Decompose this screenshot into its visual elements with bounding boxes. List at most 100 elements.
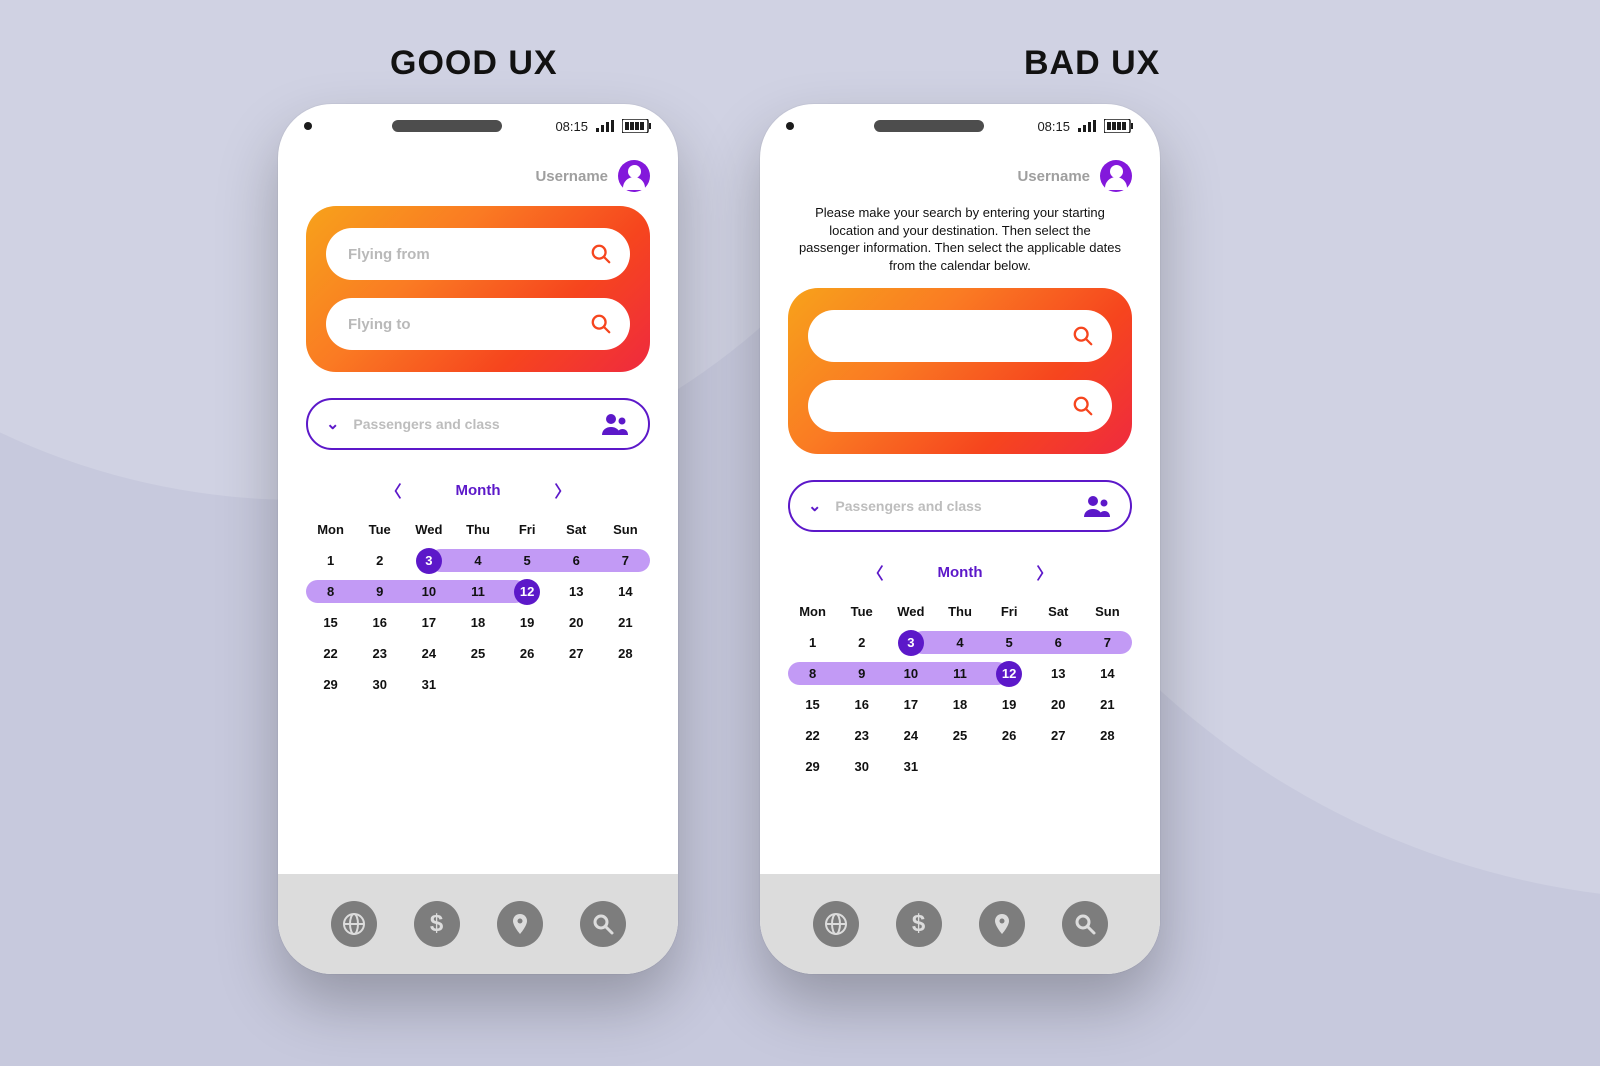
calendar-day[interactable]: 9 xyxy=(355,576,404,607)
next-month-button[interactable]: 〉 xyxy=(554,478,570,502)
calendar-day[interactable]: 3 xyxy=(886,627,935,658)
calendar-day[interactable]: 11 xyxy=(453,576,502,607)
calendar-day[interactable]: 21 xyxy=(601,607,650,638)
calendar-day[interactable]: 31 xyxy=(404,669,453,700)
flying-to-input[interactable] xyxy=(830,398,1062,415)
nav-location-button[interactable] xyxy=(497,901,543,947)
calendar-day[interactable]: 26 xyxy=(985,720,1034,751)
calendar-day[interactable]: 16 xyxy=(837,689,886,720)
flying-to-input[interactable] xyxy=(348,316,580,333)
calendar-day[interactable]: 12 xyxy=(503,576,552,607)
calendar-day[interactable]: 13 xyxy=(1034,658,1083,689)
calendar-day[interactable]: 17 xyxy=(404,607,453,638)
username-label: Username xyxy=(535,168,608,185)
phone-bad: 08:15 Username Please make your search b… xyxy=(760,104,1160,974)
calendar-day[interactable]: 20 xyxy=(552,607,601,638)
calendar-day[interactable]: 24 xyxy=(886,720,935,751)
passengers-dropdown[interactable]: ⌄ Passengers and class xyxy=(788,480,1132,532)
calendar-day[interactable]: 1 xyxy=(788,627,837,658)
calendar-day[interactable]: 14 xyxy=(601,576,650,607)
calendar-day[interactable]: 25 xyxy=(935,720,984,751)
calendar-day[interactable]: 13 xyxy=(552,576,601,607)
prev-month-button[interactable]: 〈 xyxy=(867,560,883,584)
nav-location-button[interactable] xyxy=(979,901,1025,947)
search-icon[interactable] xyxy=(1072,395,1094,417)
calendar-day[interactable]: 28 xyxy=(1083,720,1132,751)
calendar-day[interactable]: 22 xyxy=(306,638,355,669)
calendar-day[interactable]: 21 xyxy=(1083,689,1132,720)
prev-month-button[interactable]: 〈 xyxy=(385,478,401,502)
calendar-day[interactable]: 15 xyxy=(788,689,837,720)
calendar-day[interactable]: 27 xyxy=(552,638,601,669)
passengers-dropdown[interactable]: ⌄ Passengers and class xyxy=(306,398,650,450)
calendar-day[interactable]: 25 xyxy=(453,638,502,669)
nav-search-button[interactable] xyxy=(1062,901,1108,947)
search-icon[interactable] xyxy=(590,243,612,265)
calendar-day[interactable]: 29 xyxy=(788,751,837,782)
calendar-day[interactable]: 20 xyxy=(1034,689,1083,720)
calendar-day[interactable]: 19 xyxy=(503,607,552,638)
next-month-button[interactable]: 〉 xyxy=(1036,560,1052,584)
calendar-day[interactable]: 16 xyxy=(355,607,404,638)
avatar-icon[interactable] xyxy=(1100,160,1132,192)
calendar-day[interactable]: 9 xyxy=(837,658,886,689)
chevron-down-icon: ⌄ xyxy=(808,496,821,516)
search-icon[interactable] xyxy=(1072,325,1094,347)
avatar-icon[interactable] xyxy=(618,160,650,192)
calendar-day[interactable]: 30 xyxy=(837,751,886,782)
nav-search-button[interactable] xyxy=(580,901,626,947)
calendar-day[interactable]: 6 xyxy=(1034,627,1083,658)
calendar-day[interactable]: 26 xyxy=(503,638,552,669)
calendar-day[interactable]: 8 xyxy=(788,658,837,689)
calendar-day[interactable]: 28 xyxy=(601,638,650,669)
calendar-day[interactable]: 4 xyxy=(935,627,984,658)
calendar-day[interactable]: 2 xyxy=(837,627,886,658)
calendar-day[interactable]: 1 xyxy=(306,545,355,576)
calendar-day[interactable]: 19 xyxy=(985,689,1034,720)
flying-from-field[interactable] xyxy=(808,310,1112,362)
dow-label: Thu xyxy=(453,516,502,545)
dow-label: Wed xyxy=(404,516,453,545)
calendar-day[interactable]: 5 xyxy=(503,545,552,576)
calendar-day[interactable]: 5 xyxy=(985,627,1034,658)
calendar-day[interactable]: 10 xyxy=(404,576,453,607)
calendar-day[interactable]: 8 xyxy=(306,576,355,607)
calendar-day[interactable]: 7 xyxy=(601,545,650,576)
people-icon xyxy=(1084,495,1112,517)
search-icon[interactable] xyxy=(590,313,612,335)
calendar-day[interactable]: 29 xyxy=(306,669,355,700)
calendar-day[interactable]: 30 xyxy=(355,669,404,700)
calendar-day[interactable]: 27 xyxy=(1034,720,1083,751)
calendar-day[interactable]: 12 xyxy=(985,658,1034,689)
calendar-day[interactable]: 17 xyxy=(886,689,935,720)
calendar-day[interactable]: 23 xyxy=(355,638,404,669)
calendar-day[interactable]: 18 xyxy=(935,689,984,720)
calendar-day[interactable]: 14 xyxy=(1083,658,1132,689)
calendar-day[interactable]: 15 xyxy=(306,607,355,638)
nav-price-button[interactable]: $ xyxy=(414,901,460,947)
calendar-day[interactable]: 7 xyxy=(1083,627,1132,658)
calendar-day[interactable]: 31 xyxy=(886,751,935,782)
calendar-day[interactable]: 24 xyxy=(404,638,453,669)
dow-label: Sat xyxy=(552,516,601,545)
nav-globe-button[interactable] xyxy=(331,901,377,947)
calendar-day[interactable]: 10 xyxy=(886,658,935,689)
calendar-day[interactable]: 11 xyxy=(935,658,984,689)
flying-from-input[interactable] xyxy=(830,328,1062,345)
calendar-day[interactable]: 23 xyxy=(837,720,886,751)
nav-globe-button[interactable] xyxy=(813,901,859,947)
status-bar: 08:15 xyxy=(278,104,678,148)
flying-to-field[interactable] xyxy=(808,380,1112,432)
flying-from-input[interactable] xyxy=(348,246,580,263)
calendar-day[interactable]: 3 xyxy=(404,545,453,576)
calendar-day[interactable]: 18 xyxy=(453,607,502,638)
calendar-day[interactable]: 22 xyxy=(788,720,837,751)
chevron-down-icon: ⌄ xyxy=(326,414,339,434)
nav-price-button[interactable]: $ xyxy=(896,901,942,947)
calendar-day[interactable]: 2 xyxy=(355,545,404,576)
calendar-day[interactable]: 6 xyxy=(552,545,601,576)
flying-from-field[interactable] xyxy=(326,228,630,280)
calendar-day[interactable]: 4 xyxy=(453,545,502,576)
dow-label: Mon xyxy=(306,516,355,545)
flying-to-field[interactable] xyxy=(326,298,630,350)
